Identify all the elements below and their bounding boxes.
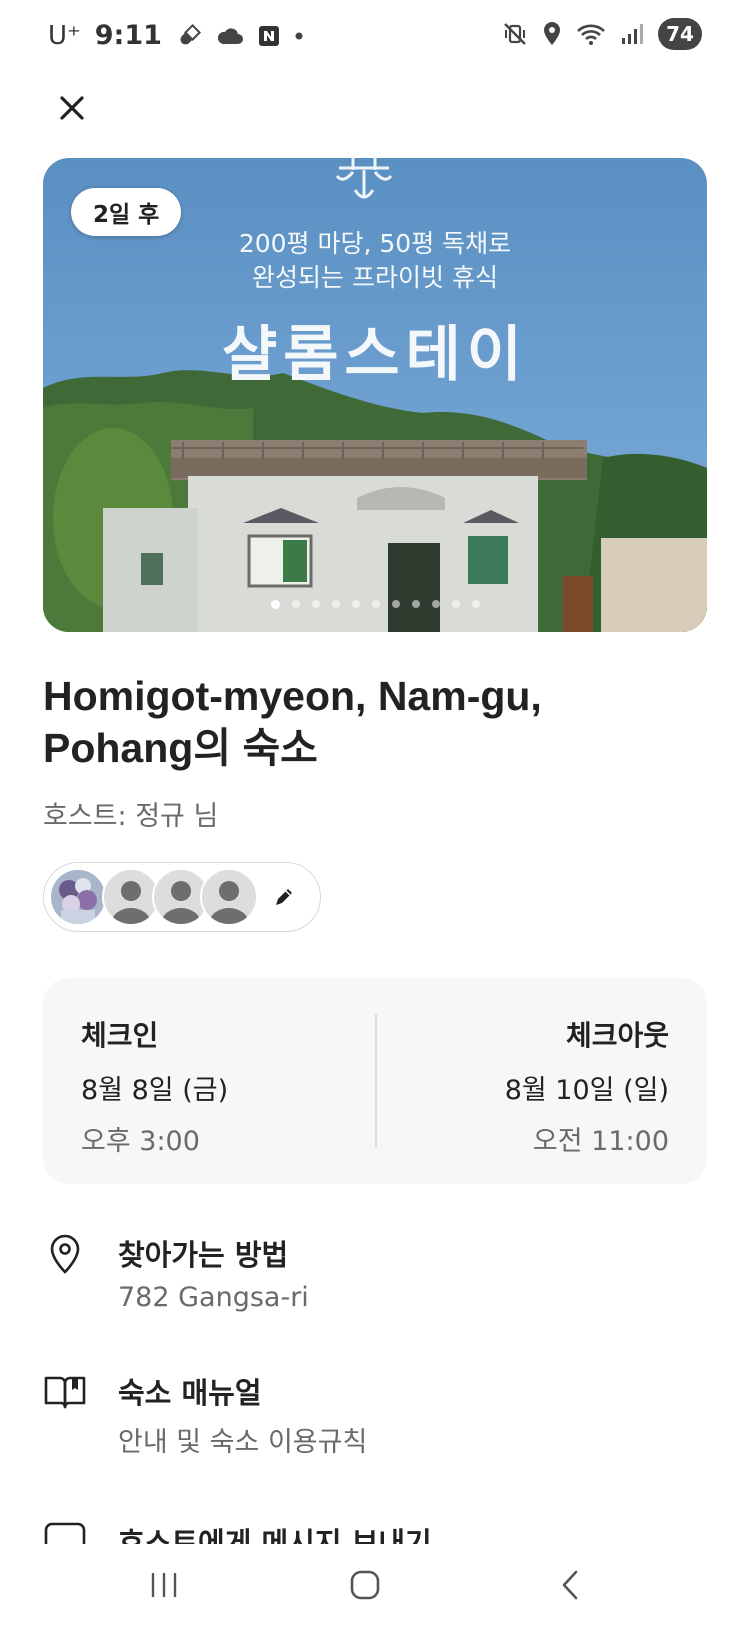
host-name: 호스트: 정규 님: [43, 801, 219, 832]
checkout-date: 8월 10일 (일): [504, 1075, 669, 1106]
house-manual-row[interactable]: 숙소 매뉴얼 안내 및 숙소 이용규칙: [43, 1370, 703, 1460]
avatar-placeholder: [200, 868, 258, 926]
guest-avatars-pill[interactable]: [43, 862, 321, 932]
hero-caption-line1: 200평 마당, 50평 독채로: [238, 229, 512, 258]
naver-icon: [258, 25, 280, 47]
carousel-dot: [311, 600, 320, 608]
hero-caption-title: 샬롬스테이: [222, 320, 528, 390]
message-icon: [44, 1522, 86, 1544]
carousel-dot: [371, 600, 380, 608]
recent-apps-icon: [151, 1573, 177, 1597]
home-button[interactable]: [341, 1565, 389, 1605]
location-icon: [542, 21, 562, 47]
close-button[interactable]: [48, 84, 96, 132]
listing-title: Homigot-myeon, Nam-gu, Pohang의 숙소: [43, 673, 542, 771]
system-nav-bar: [0, 1545, 750, 1625]
carousel-dot: [270, 600, 280, 609]
mute-vibrate-icon: [502, 21, 528, 47]
carousel-dot: [431, 600, 440, 608]
checkout-time: 오전 11:00: [532, 1126, 669, 1157]
recent-apps-button[interactable]: [140, 1565, 188, 1605]
directions-title: 찾아가는 방법: [118, 1238, 289, 1272]
checkin-date: 8월 8일 (금): [81, 1075, 229, 1106]
carousel-dot: [331, 600, 340, 608]
back-icon: [562, 1570, 578, 1600]
back-button[interactable]: [546, 1565, 594, 1605]
carousel-dot: [451, 600, 460, 608]
listing-photo-carousel[interactable]: 2일 후 200평 마당, 50평 독채로 완성되는 프라이빗 휴식 샬롬스테이: [43, 158, 707, 632]
dot-icon: [294, 31, 304, 41]
battery-indicator: 74: [658, 18, 702, 50]
close-icon: [60, 96, 84, 120]
house-manual-subtitle: 안내 및 숙소 이용규칙: [118, 1427, 368, 1458]
message-host-row[interactable]: 호스트에게 메시지 보내기: [43, 1520, 707, 1544]
carrier-label: U⁺: [48, 20, 81, 51]
status-time: 9:11: [94, 20, 162, 51]
home-icon: [350, 1570, 380, 1600]
carousel-dot: [291, 600, 300, 608]
directions-row[interactable]: 찾아가는 방법 782 Gangsa-ri: [43, 1232, 703, 1322]
signal-icon: [620, 22, 644, 46]
status-bar: U⁺ 9:11 74: [0, 0, 750, 72]
checkout-section: 체크아웃 8월 10일 (일) 오전 11:00: [505, 1014, 669, 1158]
book-icon: [44, 1376, 86, 1409]
house-manual-title: 숙소 매뉴얼: [118, 1376, 262, 1410]
wifi-icon: [576, 22, 606, 46]
pill-icon: [176, 23, 202, 49]
message-host-title: 호스트에게 메시지 보내기: [118, 1526, 432, 1544]
checkin-time: 오후 3:00: [81, 1126, 200, 1157]
checkin-label: 체크인: [81, 1019, 159, 1052]
checkout-label: 체크아웃: [565, 1019, 669, 1052]
carousel-dots: [43, 600, 707, 609]
carousel-dot: [471, 600, 480, 608]
cloud-icon: [216, 26, 244, 46]
hero-caption-line2: 완성되는 프라이빗 휴식: [252, 263, 498, 292]
map-pin-icon: [50, 1234, 80, 1274]
checkin-section: 체크인 8월 8일 (금) 오후 3:00: [81, 1014, 228, 1158]
avatar: [49, 868, 107, 926]
checkin-checkout-card: 체크인 8월 8일 (금) 오후 3:00 체크아웃 8월 10일 (일) 오전…: [43, 978, 707, 1184]
carousel-dot: [351, 600, 360, 608]
carousel-dot: [391, 600, 400, 608]
pencil-icon[interactable]: [272, 885, 296, 909]
directions-address: 782 Gangsa-ri: [118, 1282, 309, 1313]
divider: [375, 1014, 377, 1148]
carousel-dot: [411, 600, 420, 608]
